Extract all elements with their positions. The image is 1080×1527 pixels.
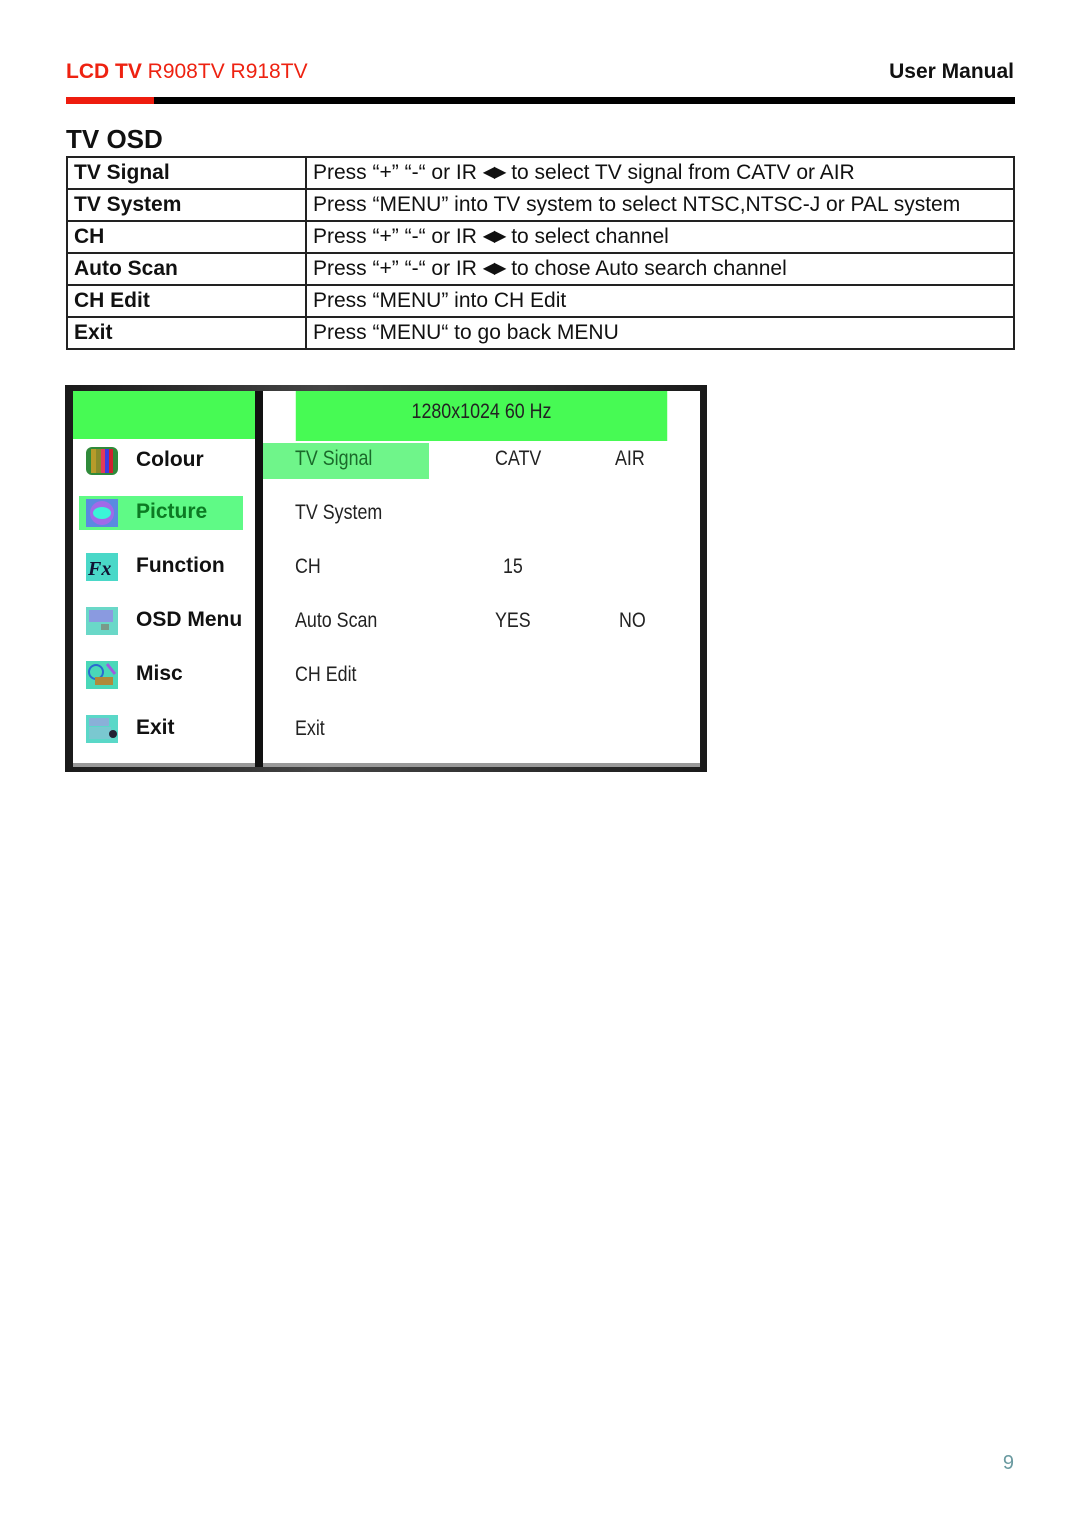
channel-value[interactable]: 15 bbox=[503, 555, 523, 579]
option-yes[interactable]: YES bbox=[495, 609, 531, 633]
menu-item-label: Exit bbox=[136, 716, 175, 739]
left-right-arrows-icon: ◀▶ bbox=[482, 260, 507, 277]
osd-panel-divider bbox=[255, 391, 263, 767]
page-number: 9 bbox=[1002, 1452, 1014, 1474]
left-right-arrows-icon: ◀▶ bbox=[482, 228, 507, 245]
description-text: to chose Auto search channel bbox=[505, 257, 787, 280]
submenu-label: CH Edit bbox=[295, 663, 357, 686]
menu-item-label: Function bbox=[136, 554, 225, 577]
submenu-label: Exit bbox=[295, 717, 325, 740]
description-text: Press “MENU” into TV system to select NT… bbox=[313, 193, 961, 216]
table-description-cell: Press “+” “-“ or IR ◀▶ to select channel bbox=[305, 220, 1015, 254]
table-description-cell: Press “MENU“ to go back MENU bbox=[305, 316, 1015, 350]
table-row: TV Signal Press “+” “-“ or IR ◀▶ to sele… bbox=[66, 156, 1015, 190]
table-row: Exit Press “MENU“ to go back MENU bbox=[66, 316, 1015, 350]
submenu-label: Auto Scan bbox=[295, 609, 378, 632]
option-air[interactable]: AIR bbox=[615, 447, 645, 471]
description-text: Press “MENU” into CH Edit bbox=[313, 289, 567, 312]
submenu-item-tv-signal[interactable]: TV Signal CATV AIR bbox=[263, 443, 700, 479]
submenu-item-ch[interactable]: CH 15 bbox=[263, 551, 700, 587]
table-description-cell: Press “+” “-“ or IR ◀▶ to chose Auto sea… bbox=[305, 252, 1015, 286]
colour-bars-icon bbox=[86, 447, 118, 475]
option-no[interactable]: NO bbox=[619, 609, 646, 633]
document-type-label: User Manual bbox=[889, 60, 1014, 83]
menu-item-label: OSD Menu bbox=[136, 608, 243, 631]
osd-sub-menu: 1280x1024 60 Hz TV Signal CATV AIR TV Sy… bbox=[263, 391, 700, 767]
section-title: TV OSD bbox=[66, 124, 163, 154]
table-row: CH Edit Press “MENU” into CH Edit bbox=[66, 284, 1015, 318]
table-description-cell: Press “+” “-“ or IR ◀▶ to select TV sign… bbox=[305, 156, 1015, 190]
fx-function-icon: Fx bbox=[86, 553, 118, 581]
table-item-cell: CH Edit bbox=[66, 284, 307, 318]
submenu-item-exit[interactable]: Exit bbox=[263, 713, 700, 749]
header-divider-accent bbox=[66, 97, 154, 104]
document-header-title: LCD TV R908TV R918TV bbox=[66, 60, 308, 84]
option-catv[interactable]: CATV bbox=[495, 447, 541, 471]
exit-icon bbox=[86, 715, 118, 743]
resolution-banner: 1280x1024 60 Hz bbox=[295, 391, 668, 441]
menu-item-label: Misc bbox=[136, 662, 183, 685]
submenu-item-ch-edit[interactable]: CH Edit bbox=[263, 659, 700, 695]
header-divider bbox=[66, 97, 1015, 104]
osd-screenshot: Colour Picture Fx Function OSD Menu Misc… bbox=[65, 385, 707, 772]
description-text: Press “MENU“ to go back MENU bbox=[313, 321, 619, 344]
description-text: Press “+” “-“ or IR bbox=[313, 161, 483, 184]
misc-icon bbox=[86, 661, 118, 689]
table-row: Auto Scan Press “+” “-“ or IR ◀▶ to chos… bbox=[66, 252, 1015, 286]
menu-item-label: Picture bbox=[136, 500, 208, 523]
menu-item-label: Colour bbox=[136, 448, 204, 471]
description-text: to select TV signal from CATV or AIR bbox=[505, 161, 855, 184]
svg-text:Fx: Fx bbox=[87, 558, 111, 580]
table-item-cell: TV Signal bbox=[66, 156, 307, 190]
left-right-arrows-icon: ◀▶ bbox=[482, 164, 507, 181]
model-numbers: R908TV R918TV bbox=[141, 60, 308, 83]
submenu-item-auto-scan[interactable]: Auto Scan YES NO bbox=[263, 605, 700, 641]
submenu-label: TV Signal bbox=[295, 447, 373, 470]
table-item-cell: TV System bbox=[66, 188, 307, 222]
submenu-item-tv-system[interactable]: TV System bbox=[263, 497, 700, 533]
table-item-cell: Exit bbox=[66, 316, 307, 350]
table-item-cell: CH bbox=[66, 220, 307, 254]
picture-gear-icon bbox=[86, 499, 118, 527]
description-text: Press “+” “-“ or IR bbox=[313, 225, 483, 248]
osd-spec-table: TV Signal Press “+” “-“ or IR ◀▶ to sele… bbox=[66, 156, 1015, 350]
table-item-cell: Auto Scan bbox=[66, 252, 307, 286]
submenu-label: TV System bbox=[295, 501, 383, 524]
osd-menu-icon bbox=[86, 607, 118, 635]
description-text: to select channel bbox=[505, 225, 669, 248]
brand-label: LCD TV bbox=[66, 60, 142, 83]
submenu-label: CH bbox=[295, 555, 321, 578]
table-row: CH Press “+” “-“ or IR ◀▶ to select chan… bbox=[66, 220, 1015, 254]
table-description-cell: Press “MENU” into TV system to select NT… bbox=[305, 188, 1015, 222]
description-text: Press “+” “-“ or IR bbox=[313, 257, 483, 280]
table-description-cell: Press “MENU” into CH Edit bbox=[305, 284, 1015, 318]
table-row: TV System Press “MENU” into TV system to… bbox=[66, 188, 1015, 222]
